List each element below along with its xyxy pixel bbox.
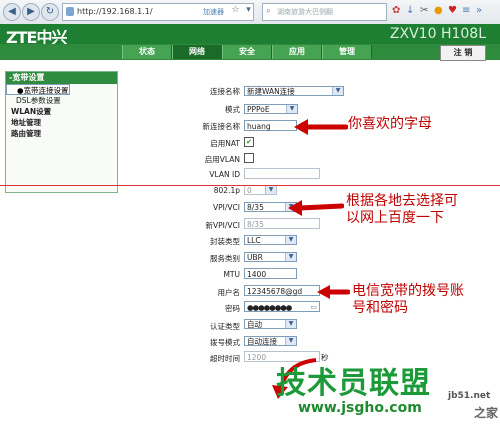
note-credentials-line2: 号和密码 (352, 300, 408, 316)
auth-select[interactable]: 自动 ▼ (244, 319, 297, 329)
download-icon[interactable]: ↓ (406, 4, 414, 18)
arrow-icon (317, 285, 350, 299)
refresh-icon[interactable]: ↻ (41, 3, 59, 21)
watermark-site: www.jsgho.com (298, 400, 422, 416)
forward-icon[interactable]: ▶ (22, 3, 40, 21)
sidebar-section-broadband[interactable]: -宽带设置 (6, 72, 117, 84)
password-label: 密码 (225, 304, 240, 313)
enable-vlan-label: 启用VLAN (204, 155, 240, 164)
paw-icon[interactable]: ✿ (392, 4, 400, 18)
dot1p-value: 0 (247, 186, 252, 195)
enable-vlan-checkbox[interactable] (244, 153, 254, 163)
mode-label: 模式 (225, 105, 240, 114)
vpi-vci-value: 8/35 (247, 203, 264, 212)
auth-label: 认证类型 (210, 322, 240, 331)
new-vpi-vci-input[interactable]: 8/35 (244, 218, 320, 229)
tab-management[interactable]: 管理 (322, 45, 372, 59)
dial-mode-select[interactable]: 自动连接 ▼ (244, 336, 297, 346)
chevron-down-icon: ▼ (285, 320, 296, 328)
enable-nat-checkbox[interactable]: ✔ (244, 137, 254, 147)
keyboard-icon[interactable]: ▭ (310, 302, 317, 313)
connection-name-select[interactable]: 新建WAN连接 ▼ (244, 86, 344, 96)
search-box[interactable]: ⌕ 湖南旅游大巴侧翻 (262, 3, 387, 21)
mode-select[interactable]: PPPoE ▼ (244, 104, 298, 114)
watermark-tag: 之家 (474, 406, 499, 420)
chevron-down-icon: ▼ (285, 337, 296, 345)
mtu-label: MTU (223, 270, 240, 279)
vlan-id-label: VLAN ID (209, 170, 240, 179)
service-select[interactable]: UBR ▼ (244, 252, 297, 262)
service-label: 服务类别 (210, 254, 240, 263)
vpi-vci-label: VPI/VCI (213, 203, 240, 212)
encap-select[interactable]: LLC ▼ (244, 235, 297, 245)
device-model: ZXV10 H108L (389, 26, 486, 42)
main-nav: 状态 网络 安全 应用 管理 注 销 (0, 44, 500, 61)
connection-name-label: 连接名称 (210, 87, 240, 96)
chevron-down-icon: ▼ (285, 253, 296, 261)
address-bar[interactable]: http://192.168.1.1/ 加速器 (62, 3, 254, 21)
search-icon: ⌕ (266, 6, 272, 16)
search-placeholder: 湖南旅游大巴侧翻 (277, 8, 333, 16)
username-input[interactable]: 12345678@gd (244, 285, 320, 296)
tab-status[interactable]: 状态 (122, 45, 172, 59)
password-input[interactable]: ●●●●●●●● ▭ (244, 301, 320, 312)
password-value: ●●●●●●●● (247, 303, 292, 312)
chevron-down-icon: ▼ (285, 236, 296, 244)
encap-label: 封装类型 (210, 237, 240, 246)
router-header: ZTE中兴 ZXV10 H108L (0, 24, 500, 47)
encap-value: LLC (247, 236, 261, 245)
note-connection-name: 你喜欢的字母 (348, 116, 432, 132)
more-icon[interactable]: » (476, 4, 482, 18)
chevron-down-icon: ▼ (286, 105, 297, 113)
chevron-down-icon: ▼ (332, 87, 343, 95)
tab-security[interactable]: 安全 (222, 45, 272, 59)
weibo-icon[interactable]: ● (434, 4, 443, 18)
dot1p-select[interactable]: 0 ▼ (244, 185, 277, 195)
new-connection-name-input[interactable]: huang (244, 120, 297, 131)
note-vpi-vci-line2: 以网上百度一下 (346, 210, 444, 226)
note-credentials-line1: 电信宽带的拨号账 (352, 283, 464, 299)
dial-mode-label: 拨号模式 (210, 338, 240, 347)
mode-value: PPPoE (247, 105, 270, 114)
username-label: 用户名 (217, 288, 241, 297)
watermark-small: jb51.net (448, 391, 491, 401)
mtu-input[interactable]: 1400 (244, 268, 297, 279)
star-icon[interactable]: ☆ (230, 5, 241, 16)
chevron-down-icon: ▼ (265, 186, 276, 194)
dot1p-label: 802.1p (213, 186, 240, 195)
scissors-icon[interactable]: ✂ (420, 4, 428, 18)
new-vpi-vci-label: 新VPI/VCI (205, 221, 240, 230)
note-vpi-vci-line1: 根据各地去选择可 (346, 193, 458, 209)
new-connection-name-label: 新连接名称 (202, 122, 241, 131)
browser-toolbar: ◀ ▶ ↻ http://192.168.1.1/ 加速器 ☆ ▾ ⌕ 湖南旅游… (0, 0, 500, 25)
vlan-id-input[interactable] (244, 168, 320, 179)
arrow-icon (294, 119, 348, 135)
heart-icon[interactable]: ♥ (448, 4, 457, 18)
service-value: UBR (247, 253, 263, 262)
divider-line (0, 185, 500, 186)
tab-application[interactable]: 应用 (272, 45, 322, 59)
tab-network[interactable]: 网络 (172, 45, 222, 59)
dial-mode-value: 自动连接 (247, 337, 277, 346)
address-url: http://192.168.1.1/ (77, 7, 153, 16)
back-icon[interactable]: ◀ (3, 3, 21, 21)
timeout-label: 超时时间 (210, 354, 240, 363)
enable-nat-label: 启用NAT (210, 139, 240, 148)
watermark-main: 技术员联盟 (276, 366, 431, 401)
auth-value: 自动 (247, 320, 262, 329)
lock-icon (66, 7, 74, 16)
dropdown-icon[interactable]: ▾ (243, 5, 254, 16)
accelerator-label[interactable]: 加速器 (203, 7, 224, 17)
logout-button[interactable]: 注 销 (440, 45, 486, 61)
menu-icon[interactable]: ≡ (462, 4, 470, 18)
arrow-icon (288, 200, 344, 216)
connection-name-value: 新建WAN连接 (247, 87, 295, 96)
